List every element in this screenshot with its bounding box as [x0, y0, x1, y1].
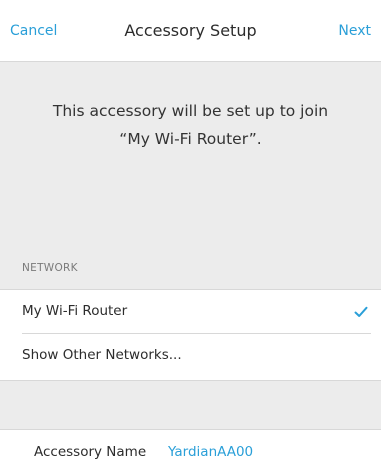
network-item-label: Show Other Networks...: [22, 347, 182, 363]
next-button[interactable]: Next: [338, 23, 371, 39]
page-title: Accessory Setup: [124, 21, 257, 40]
setup-message-line-1: This accessory will be set up to join: [52, 102, 329, 120]
network-item-label: My Wi-Fi Router: [22, 303, 128, 319]
accessory-name-field[interactable]: YardianAA00: [168, 444, 253, 460]
accessory-name-label: Accessory Name: [34, 444, 147, 460]
network-item-my-wifi-router[interactable]: My Wi-Fi Router: [0, 290, 381, 334]
network-list: My Wi-Fi Router Show Other Networks...: [0, 289, 381, 381]
setup-message-line-2: “My Wi-Fi Router”.: [119, 130, 262, 148]
checkmark-icon: [354, 306, 368, 317]
accessory-name-row: Accessory Name YardianAA00: [0, 429, 381, 472]
show-other-networks-item[interactable]: Show Other Networks...: [0, 334, 381, 378]
setup-message: This accessory will be set up to join “M…: [20, 97, 361, 153]
network-section-header: NETWORK: [22, 262, 78, 274]
navigation-bar: Cancel Accessory Setup Next: [0, 0, 381, 62]
